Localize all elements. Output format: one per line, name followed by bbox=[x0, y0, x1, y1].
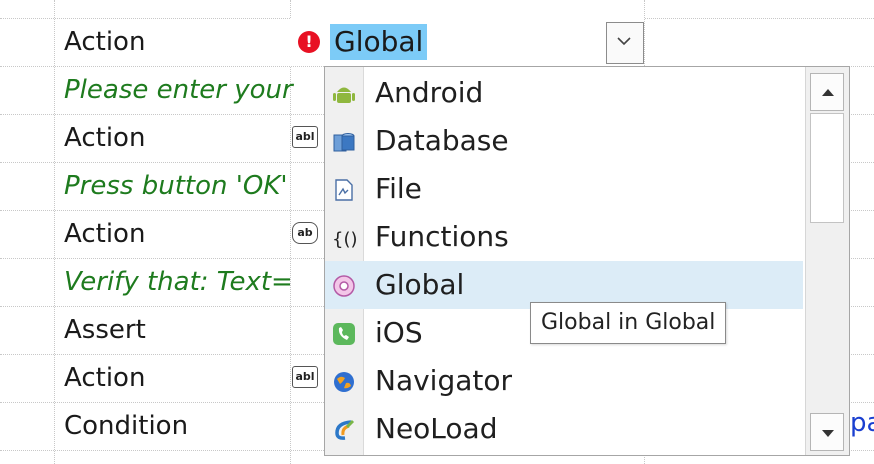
list-item[interactable]: File bbox=[325, 165, 803, 213]
navigator-icon bbox=[334, 372, 354, 392]
row-label: Action bbox=[64, 363, 146, 393]
error-icon: ! bbox=[298, 31, 320, 53]
list-item[interactable]: {()} Functions bbox=[325, 213, 803, 261]
functions-icon: {()} bbox=[332, 229, 357, 250]
row-label: Please enter your bbox=[64, 75, 293, 105]
truncated-link-text[interactable]: pa bbox=[850, 408, 874, 438]
item-label: File bbox=[375, 172, 422, 205]
item-label: Global bbox=[375, 268, 465, 301]
item-label: iOS bbox=[375, 316, 423, 349]
dropdown-list[interactable]: Android Database File {()} Functions Glo… bbox=[324, 66, 850, 456]
neoload-icon bbox=[335, 419, 355, 440]
target-combobox[interactable]: ! Global bbox=[290, 18, 644, 66]
file-icon bbox=[335, 179, 353, 201]
item-label: NeoLoad bbox=[375, 412, 498, 445]
database-icon bbox=[333, 133, 355, 152]
scroll-up-button[interactable] bbox=[810, 73, 844, 111]
vertical-scrollbar[interactable] bbox=[805, 67, 849, 455]
list-item[interactable]: NeoLoad bbox=[325, 405, 803, 453]
item-label: Navigator bbox=[375, 364, 513, 397]
row-label: Assert bbox=[64, 315, 146, 345]
item-label: Database bbox=[375, 124, 509, 157]
ios-icon bbox=[333, 323, 355, 345]
item-label: Android bbox=[375, 76, 484, 109]
combobox-value[interactable]: Global bbox=[330, 24, 428, 60]
global-icon bbox=[333, 275, 355, 297]
item-label: Functions bbox=[375, 220, 509, 253]
row-label: Action bbox=[64, 123, 146, 153]
scrollbar-thumb[interactable] bbox=[810, 113, 844, 223]
list-item[interactable]: Android bbox=[325, 69, 803, 117]
row-label: Press button 'OK' bbox=[64, 171, 288, 201]
text-field-icon: abl bbox=[292, 366, 318, 388]
button-icon: ab bbox=[292, 222, 318, 244]
row-label: Verify that: Text= bbox=[64, 267, 293, 297]
svg-text:{()}: {()} bbox=[332, 229, 357, 250]
triangle-down-icon bbox=[822, 430, 834, 437]
row-label: Condition bbox=[64, 411, 189, 441]
list-item[interactable]: Database bbox=[325, 117, 803, 165]
dropdown-arrow-button[interactable] bbox=[606, 22, 644, 64]
list-item[interactable]: Navigator bbox=[325, 357, 803, 405]
tooltip: Global in Global bbox=[530, 302, 727, 344]
android-icon bbox=[333, 87, 355, 103]
row-label: Action bbox=[64, 219, 146, 249]
text-field-icon: abl bbox=[292, 126, 318, 148]
scroll-down-button[interactable] bbox=[810, 413, 844, 451]
row-label: Action bbox=[64, 27, 146, 57]
triangle-up-icon bbox=[822, 89, 834, 96]
chevron-down-icon bbox=[617, 37, 631, 46]
